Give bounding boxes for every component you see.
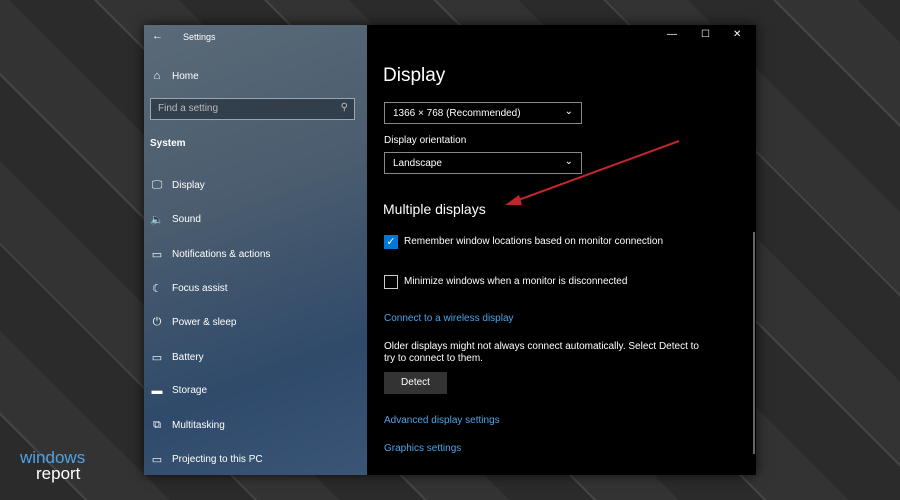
sidebar-item-home[interactable]: ⌂ Home — [150, 70, 199, 82]
sidebar-item-label: Battery — [172, 351, 204, 363]
sidebar-item-battery[interactable]: ▭ Battery — [150, 351, 204, 364]
red-arrow-annotation — [505, 140, 680, 205]
section-heading: System — [150, 138, 186, 149]
search-icon: ⚲ — [340, 102, 348, 113]
sidebar-item-label: Notifications & actions — [172, 248, 271, 260]
sidebar-item-label: Sound — [172, 214, 201, 226]
back-button[interactable]: ← — [152, 30, 163, 42]
home-icon: ⌂ — [153, 70, 161, 82]
sidebar-item-label: Projecting to this PC — [172, 454, 263, 466]
sidebar-item-label: Display — [172, 180, 205, 191]
projecting-icon: ▭ — [151, 454, 163, 467]
search-placeholder: Find a setting — [158, 103, 219, 114]
sidebar-item-multitasking[interactable]: ⧉ Multitasking — [150, 419, 225, 432]
sidebar-item-sound[interactable]: 🔈 Sound — [150, 213, 201, 226]
search-input[interactable]: Find a setting ⚲ — [150, 98, 355, 120]
windows-report-logo: windows report — [20, 449, 85, 483]
battery-icon: ▭ — [151, 351, 163, 364]
sidebar-item-focus-assist[interactable]: ☾ Focus assist — [150, 282, 228, 295]
sidebar-item-label: Focus assist — [172, 282, 228, 294]
sidebar-item-label: Power & sleep — [172, 317, 237, 329]
power-icon: ⏻ — [152, 316, 162, 329]
sidebar-item-storage[interactable]: ▬ Storage — [150, 384, 208, 397]
settings-window: ← Settings ⌂ Home Find a setting ⚲ System … — [144, 25, 756, 475]
notifications-icon: ▭ — [151, 248, 163, 261]
focus-icon: ☾ — [152, 282, 162, 295]
sound-icon: 🔈 — [150, 214, 164, 227]
sidebar-item-power-sleep[interactable]: ⏻ Power & sleep — [150, 316, 237, 329]
multitasking-icon: ⧉ — [153, 419, 161, 432]
sidebar-item-label: Multitasking — [172, 420, 225, 432]
sidebar-item-label: Storage — [172, 385, 208, 397]
display-icon: 🖵 — [151, 179, 163, 191]
sidebar-item-projecting-to-this-pc[interactable]: ▭ Projecting to this PC — [150, 453, 263, 466]
home-label: Home — [172, 70, 199, 82]
brand-line2: report — [36, 464, 81, 483]
storage-icon: ▬ — [151, 384, 163, 397]
main-pane: — ☐ ✕ Display 1366 × 768 (Recommended) ⌄ … — [367, 25, 756, 475]
sidebar: ← Settings ⌂ Home Find a setting ⚲ System … — [144, 25, 367, 475]
sidebar-item-display[interactable]: 🖵 Display — [150, 179, 205, 192]
sidebar-item-notifications-actions[interactable]: ▭ Notifications & actions — [150, 248, 271, 261]
window-title: Settings — [183, 32, 216, 42]
